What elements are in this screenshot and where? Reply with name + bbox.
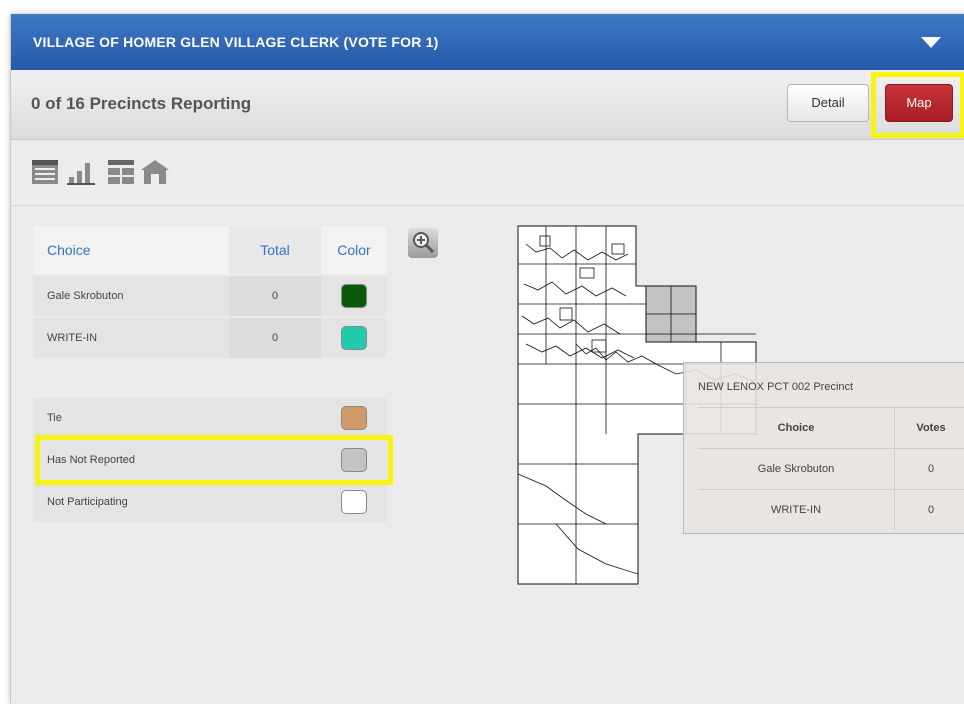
tooltip-header-row: Choice Votes [698, 407, 964, 448]
color-cell [321, 398, 387, 438]
tooltip-votes: 0 [894, 490, 964, 530]
color-swatch [341, 326, 367, 350]
has-not-reported-highlight [35, 435, 393, 485]
choice-legend-table: Choice Total Color Gale Skrobuton 0 WRIT… [33, 226, 387, 360]
color-swatch [341, 284, 367, 308]
list-item: Not Participating [33, 482, 387, 522]
legend-header-row: Choice Total Color [33, 226, 387, 274]
race-title-bar[interactable]: VILLAGE OF HOMER GLEN VILLAGE CLERK (VOT… [11, 14, 964, 70]
tooltip-choice: WRITE-IN [770, 504, 822, 516]
bar-chart-icon[interactable] [67, 159, 97, 185]
race-panel: VILLAGE OF HOMER GLEN VILLAGE CLERK (VOT… [10, 14, 964, 704]
status-label: Not Participating [47, 496, 128, 508]
home-icon[interactable] [141, 159, 171, 185]
detail-button[interactable]: Detail [787, 84, 869, 122]
color-header[interactable]: Color [321, 226, 387, 274]
tooltip-title: NEW LENOX PCT 002 Precinct [698, 381, 854, 393]
table-row: WRITE-IN 0 [33, 318, 387, 358]
precincts-reporting-text: 0 of 16 Precincts Reporting [31, 94, 252, 113]
choice-total: 0 [229, 276, 321, 316]
color-swatch [341, 406, 367, 430]
status-label: Tie [47, 412, 62, 424]
tooltip-votes-header: Votes [894, 408, 964, 448]
choice-total: 0 [229, 318, 321, 358]
table-view-icon[interactable] [31, 159, 61, 185]
total-header[interactable]: Total [229, 226, 321, 274]
chevron-down-icon[interactable] [921, 37, 941, 48]
choice-name: Gale Skrobuton [47, 290, 124, 302]
tooltip-choice-header: Choice [777, 422, 815, 434]
map-button[interactable]: Map [885, 84, 953, 122]
table-row: Gale Skrobuton 0 [698, 448, 964, 489]
tooltip-choice: Gale Skrobuton [757, 463, 835, 475]
tooltip-votes: 0 [894, 449, 964, 489]
view-toolbar [11, 140, 964, 206]
race-title: VILLAGE OF HOMER GLEN VILLAGE CLERK (VOT… [33, 34, 439, 50]
choice-name: WRITE-IN [47, 332, 98, 344]
color-cell [321, 276, 387, 316]
zoom-in-icon[interactable] [408, 228, 438, 258]
color-cell [321, 482, 387, 522]
precinct-tooltip: NEW LENOX PCT 002 Precinct Choice Votes … [683, 362, 964, 534]
color-swatch [341, 490, 367, 514]
choice-header[interactable]: Choice [47, 226, 227, 274]
color-cell [321, 318, 387, 358]
table-row: Gale Skrobuton 0 [33, 276, 387, 316]
reporting-bar: 0 of 16 Precincts Reporting Detail Map [11, 70, 964, 140]
grid-view-icon[interactable] [107, 159, 137, 185]
table-row: WRITE-IN 0 [698, 489, 964, 530]
list-item: Tie [33, 398, 387, 438]
